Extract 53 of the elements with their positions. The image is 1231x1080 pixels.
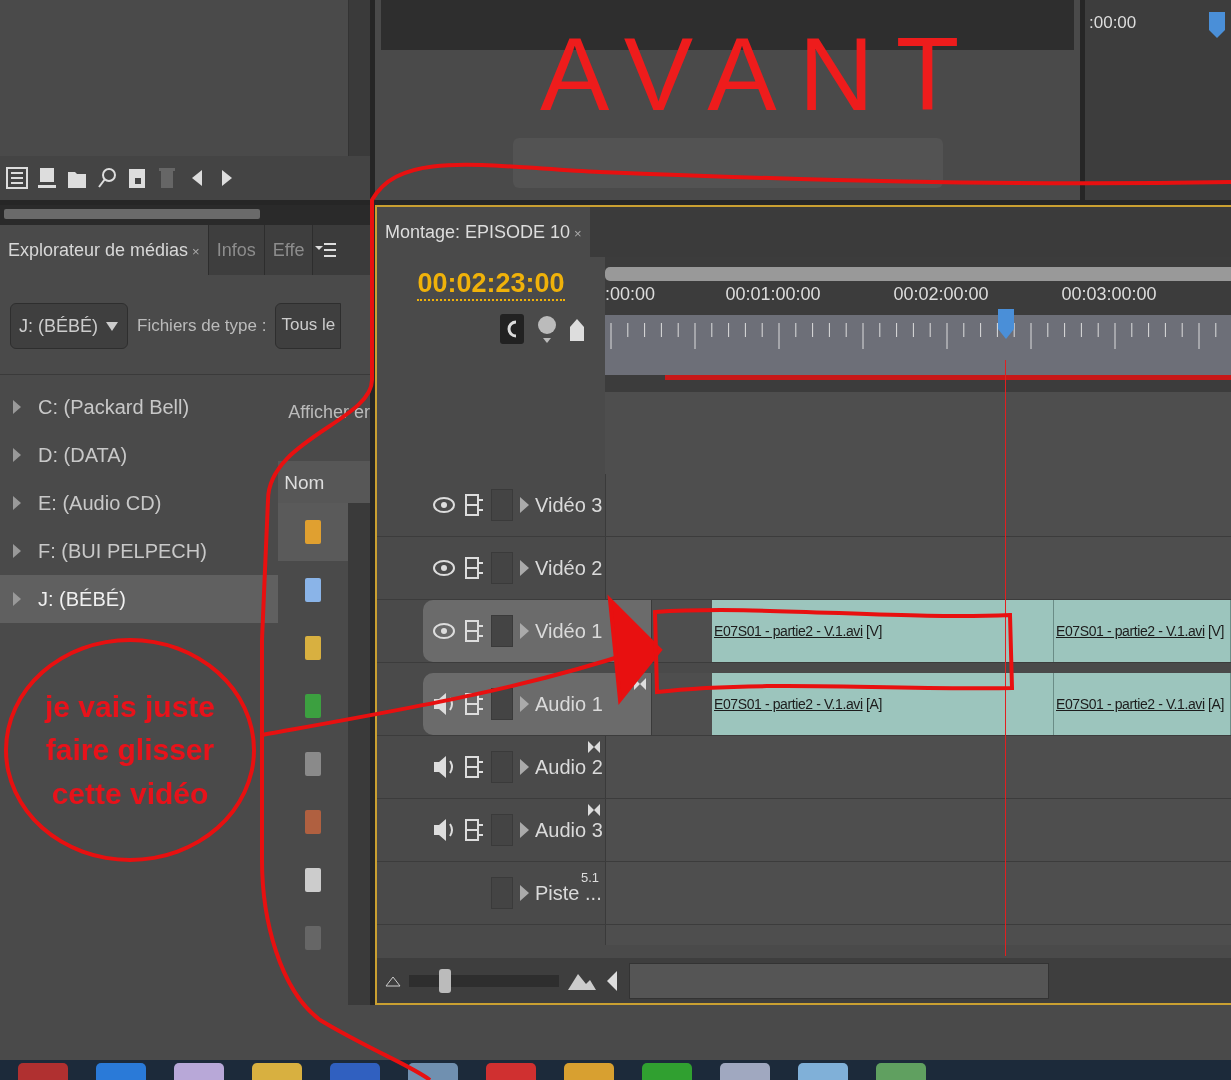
drive-item[interactable]: J: (BÉBÉ) bbox=[0, 575, 279, 623]
track-header[interactable]: Audio 1 bbox=[423, 673, 651, 735]
file-type-label: Fichiers de type : bbox=[137, 315, 267, 338]
column-header[interactable]: Nom bbox=[278, 461, 370, 503]
drive-item[interactable]: C: (Packard Bell) bbox=[0, 383, 279, 431]
expand-arrow-icon[interactable] bbox=[12, 543, 22, 559]
ruler-label: 00:01:00:00 bbox=[725, 283, 821, 306]
annotation-note: je vais juste faire glisser cette vidéo bbox=[4, 638, 256, 862]
annotation-title: AVANT bbox=[540, 22, 982, 126]
track-header[interactable]: Audio 3 bbox=[377, 799, 605, 861]
clip[interactable]: E07S01 - partie2 - V.1.avi [V] bbox=[712, 600, 1054, 662]
expand-arrow-icon[interactable] bbox=[12, 495, 22, 511]
track-header[interactable]: Piste ... 5.1 bbox=[377, 862, 605, 924]
stereo-icon bbox=[587, 803, 601, 817]
scrollbar[interactable] bbox=[348, 0, 370, 156]
slider-thumb[interactable] bbox=[439, 968, 451, 993]
search-icon[interactable] bbox=[96, 166, 118, 190]
expand-arrow-icon[interactable] bbox=[12, 591, 22, 607]
caret-icon bbox=[105, 320, 119, 332]
clip[interactable]: E07S01 - partie2 - V.1.avi [A] bbox=[712, 673, 1054, 735]
panel-menu-icon[interactable] bbox=[313, 240, 338, 260]
clip[interactable]: E07S01 - partie2 - V.1.avi [A] bbox=[1054, 673, 1231, 735]
timecode[interactable]: 00:02:23:00 bbox=[417, 269, 565, 301]
list-view-icon[interactable] bbox=[6, 166, 28, 190]
drive-dropdown[interactable]: J: (BÉBÉ) bbox=[10, 303, 128, 349]
clip[interactable]: E07S01 - partie2 - V.1.avi [V] bbox=[1054, 600, 1231, 662]
trash-icon[interactable] bbox=[156, 166, 178, 190]
track-header[interactable]: Vidéo 3 bbox=[377, 474, 605, 536]
ruler-label: :00:00 bbox=[605, 283, 656, 306]
drive-item[interactable]: F: (BUI PELPECH) bbox=[0, 527, 279, 575]
scrollbar[interactable] bbox=[348, 503, 370, 1005]
expand-arrow-icon[interactable] bbox=[12, 399, 22, 415]
sequence-tab[interactable]: Montage: EPISODE 10 × bbox=[377, 207, 590, 257]
ruler-label: 00:02:00:00 bbox=[893, 283, 989, 306]
drive-item[interactable]: D: (DATA) bbox=[0, 431, 279, 479]
stereo-icon bbox=[587, 740, 601, 754]
drive-item[interactable]: E: (Audio CD) bbox=[0, 479, 279, 527]
playhead-icon[interactable] bbox=[996, 307, 1016, 341]
scrollbar[interactable] bbox=[4, 209, 260, 219]
icon-view-icon[interactable] bbox=[36, 166, 58, 190]
ruler-label: 00:03:00:00 bbox=[1061, 283, 1157, 306]
track-header[interactable]: Vidéo 2 bbox=[377, 537, 605, 599]
expand-arrow-icon[interactable] bbox=[12, 447, 22, 463]
channel-format: 5.1 bbox=[580, 869, 599, 887]
playhead-icon[interactable] bbox=[1207, 10, 1227, 40]
timecode: :00:00 bbox=[1089, 12, 1137, 34]
track-header[interactable]: Audio 2 bbox=[377, 736, 605, 798]
view-label: Afficher er bbox=[287, 401, 370, 424]
file-type-dropdown[interactable]: Tous le bbox=[275, 303, 342, 349]
track-lock-toggle[interactable] bbox=[491, 615, 513, 647]
scrollbar[interactable] bbox=[629, 962, 1049, 999]
track-lock-toggle[interactable] bbox=[491, 688, 513, 720]
panel-tab[interactable]: Explorateur de médias × bbox=[0, 225, 209, 275]
